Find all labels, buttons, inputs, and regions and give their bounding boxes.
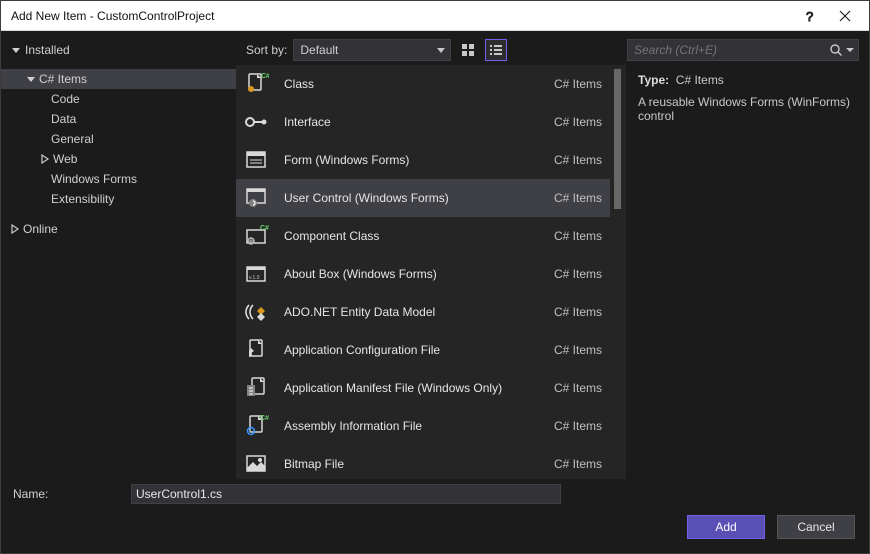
template-item[interactable]: Form (Windows Forms) C# Items	[236, 141, 610, 179]
svg-text:i: i	[250, 429, 251, 435]
tree-item-extensibility[interactable]: Extensibility	[1, 189, 236, 209]
svg-text:?: ?	[806, 10, 813, 22]
svg-text:C#: C#	[261, 73, 269, 80]
template-item[interactable]: C# Class C# Items	[236, 65, 610, 103]
view-list-button[interactable]	[485, 39, 507, 61]
class-icon: C#	[242, 70, 270, 98]
template-list-container: C#ClassC# ItemsInterfaceC# ItemsForm (Wi…	[236, 65, 626, 479]
dialog-title: Add New Item - CustomControlProject	[11, 9, 791, 23]
expander-icon	[9, 224, 21, 234]
adonet-icon	[242, 298, 270, 326]
tree-root-online[interactable]: Online	[1, 219, 236, 239]
template-item[interactable]: ADO.NET Entity Data Model C# Items	[236, 293, 610, 331]
name-row: Name:	[1, 479, 869, 509]
template-name: About Box (Windows Forms)	[284, 267, 540, 281]
usercontrol-icon	[242, 184, 270, 212]
view-grid-button[interactable]	[457, 39, 479, 61]
template-list: C#ClassC# ItemsInterfaceC# ItemsForm (Wi…	[236, 65, 610, 479]
template-name: Form (Windows Forms)	[284, 153, 540, 167]
top-row: Installed Sort by: Default	[1, 31, 869, 65]
tree-item-csharp-items[interactable]: C# Items	[1, 69, 236, 89]
template-item[interactable]: v.1.0 About Box (Windows Forms) C# Items	[236, 255, 610, 293]
chevron-down-icon	[846, 46, 854, 54]
svg-text:C#: C#	[260, 415, 269, 422]
search-box[interactable]	[627, 39, 859, 61]
buttons-row: Add Cancel	[1, 509, 869, 553]
template-item[interactable]: C# Component Class C# Items	[236, 217, 610, 255]
template-category: C# Items	[554, 115, 602, 129]
template-category: C# Items	[554, 457, 602, 471]
scrollbar-vertical[interactable]	[610, 65, 626, 479]
name-label: Name:	[13, 487, 121, 501]
template-item[interactable]: Application Configuration File C# Items	[236, 331, 610, 369]
template-name: Component Class	[284, 229, 540, 243]
template-category: C# Items	[554, 267, 602, 281]
expander-icon	[39, 154, 51, 164]
bitmap-icon	[242, 450, 270, 478]
manifest-icon	[242, 374, 270, 402]
template-category: C# Items	[554, 153, 602, 167]
template-category: C# Items	[554, 381, 602, 395]
chevron-down-icon	[436, 45, 446, 55]
dialog-window: Add New Item - CustomControlProject ? In…	[0, 0, 870, 554]
template-item[interactable]: User Control (Windows Forms) C# Items	[236, 179, 610, 217]
search-icon	[829, 43, 843, 57]
category-tree: C# Items Code Data General Web Windows F…	[1, 65, 236, 479]
description-text: A reusable Windows Forms (WinForms) cont…	[638, 95, 857, 123]
tree-item-data[interactable]: Data	[1, 109, 236, 129]
template-name: Class	[284, 77, 540, 91]
tree-item-general[interactable]: General	[1, 129, 236, 149]
close-button[interactable]	[827, 2, 863, 30]
interface-icon	[242, 108, 270, 136]
expander-icon	[11, 45, 21, 55]
tree-root-installed[interactable]: Installed	[11, 43, 236, 57]
scrollbar-thumb[interactable]	[614, 69, 621, 209]
template-item[interactable]: C# i Assembly Information File C# Items	[236, 407, 610, 445]
type-value: C# Items	[676, 73, 724, 87]
template-category: C# Items	[554, 77, 602, 91]
template-category: C# Items	[554, 229, 602, 243]
component-icon: C#	[242, 222, 270, 250]
name-input[interactable]	[131, 484, 561, 504]
sort-by-label: Sort by:	[246, 43, 287, 57]
template-category: C# Items	[554, 305, 602, 319]
help-button[interactable]: ?	[791, 2, 827, 30]
template-category: C# Items	[554, 419, 602, 433]
sort-by-dropdown[interactable]: Default	[293, 39, 451, 61]
asm-icon: C# i	[242, 412, 270, 440]
template-name: Application Configuration File	[284, 343, 540, 357]
titlebar: Add New Item - CustomControlProject ?	[1, 1, 869, 31]
details-panel: Type: C# Items A reusable Windows Forms …	[626, 65, 869, 479]
body: C# Items Code Data General Web Windows F…	[1, 65, 869, 479]
template-name: Assembly Information File	[284, 419, 540, 433]
search-input[interactable]	[634, 43, 829, 57]
tree-item-windows-forms[interactable]: Windows Forms	[1, 169, 236, 189]
tree-item-code[interactable]: Code	[1, 89, 236, 109]
template-name: ADO.NET Entity Data Model	[284, 305, 540, 319]
template-category: C# Items	[554, 191, 602, 205]
type-row: Type: C# Items	[638, 73, 857, 87]
template-item[interactable]: Bitmap File C# Items	[236, 445, 610, 479]
template-name: User Control (Windows Forms)	[284, 191, 540, 205]
template-category: C# Items	[554, 343, 602, 357]
aboutbox-icon: v.1.0	[242, 260, 270, 288]
cancel-button[interactable]: Cancel	[777, 515, 855, 539]
config-icon	[242, 336, 270, 364]
template-name: Interface	[284, 115, 540, 129]
expander-icon	[25, 74, 37, 84]
template-item[interactable]: Interface C# Items	[236, 103, 610, 141]
svg-text:v.1.0: v.1.0	[249, 275, 260, 281]
template-name: Application Manifest File (Windows Only)	[284, 381, 540, 395]
add-button[interactable]: Add	[687, 515, 765, 539]
template-name: Bitmap File	[284, 457, 540, 471]
form-icon	[242, 146, 270, 174]
svg-text:C#: C#	[260, 225, 269, 232]
template-item[interactable]: Application Manifest File (Windows Only)…	[236, 369, 610, 407]
tree-item-web[interactable]: Web	[1, 149, 236, 169]
